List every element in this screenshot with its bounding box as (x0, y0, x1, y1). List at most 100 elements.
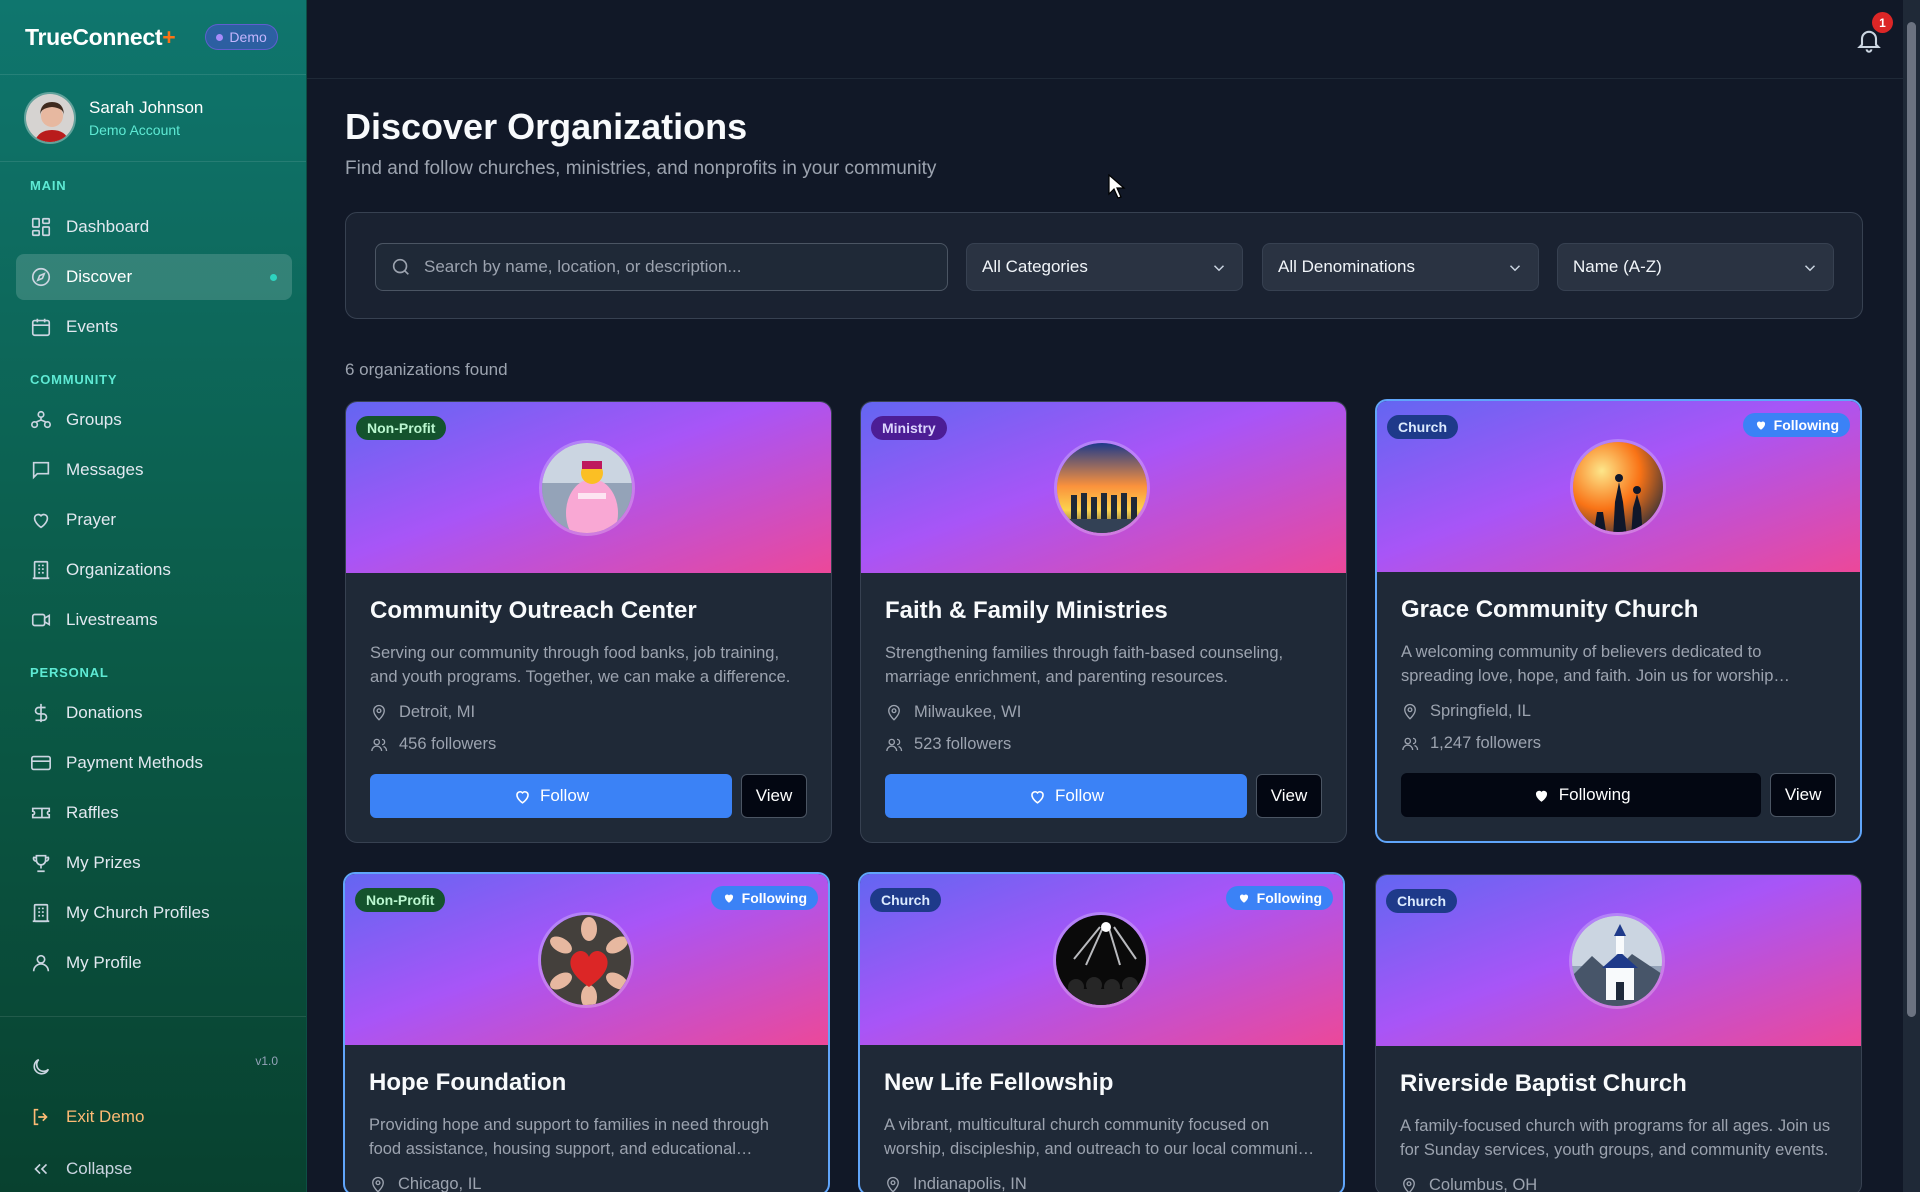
moon-icon (33, 1058, 50, 1075)
org-description: A welcoming community of believers dedic… (1401, 643, 1790, 685)
org-card[interactable]: Non-Profit Following Hope Foundation Pro… (343, 872, 830, 1192)
org-logo (1054, 440, 1150, 536)
org-card[interactable]: Church Riverside Baptist Church A family… (1375, 874, 1862, 1192)
sidebar-item-my-profile[interactable]: My Profile (16, 940, 292, 986)
org-name[interactable]: Community Outreach Center (370, 597, 807, 625)
sidebar-item-label: Messages (66, 460, 144, 479)
sidebar-item-my-prizes[interactable]: My Prizes (16, 840, 292, 886)
sidebar-item-events[interactable]: Events (16, 304, 292, 350)
sidebar-item-dashboard[interactable]: Dashboard (16, 204, 292, 250)
sidebar-item-label: Groups (66, 410, 122, 429)
org-followers: 523 followers (885, 735, 1322, 754)
org-name[interactable]: Grace Community Church (1401, 596, 1836, 624)
heart-filled-icon (1239, 894, 1248, 903)
compass-icon (31, 267, 51, 287)
org-name[interactable]: Hope Foundation (369, 1069, 804, 1097)
map-pin-icon (372, 1176, 384, 1192)
sidebar-item-discover[interactable]: Discover (16, 254, 292, 300)
chevron-down-icon (1509, 265, 1521, 272)
category-badge: Church (870, 888, 941, 912)
org-name[interactable]: New Life Fellowship (884, 1069, 1319, 1097)
exit-icon (33, 1108, 48, 1126)
denomination-select[interactable]: All Denominations (1262, 243, 1539, 291)
sidebar-item-organizations[interactable]: Organizations (16, 547, 292, 593)
org-location: Milwaukee, WI (885, 703, 1322, 722)
org-logo (1570, 439, 1666, 535)
demo-dot (216, 33, 224, 41)
page-subtitle: Find and follow churches, ministries, an… (345, 158, 937, 179)
card-banner: Non-Profit Following (345, 874, 828, 1045)
follow-button[interactable]: Follow (885, 774, 1247, 818)
sidebar-item-raffles[interactable]: Raffles (16, 790, 292, 836)
dollar-icon (34, 703, 48, 723)
sidebar-item-label: Payment Methods (66, 753, 204, 772)
org-logo (1569, 913, 1665, 1009)
exit-demo-button[interactable]: Exit Demo (16, 1094, 292, 1140)
view-button[interactable]: View (741, 774, 807, 818)
view-button[interactable]: View (1256, 774, 1322, 818)
theme-toggle-button[interactable] (16, 1044, 66, 1090)
heart-filled-icon (1756, 421, 1765, 430)
category-badge: Church (1386, 889, 1457, 913)
active-indicator-dot (270, 273, 277, 281)
sort-select[interactable]: Name (A-Z) (1557, 243, 1834, 291)
results-count: 6 organizations found (345, 360, 508, 379)
category-select-value: All Categories (982, 257, 1088, 276)
org-logo (538, 912, 634, 1008)
org-name[interactable]: Riverside Baptist Church (1400, 1070, 1837, 1098)
org-description: Providing hope and support to families i… (369, 1116, 769, 1158)
following-button[interactable]: Following (1401, 773, 1762, 817)
collapse-sidebar-button[interactable]: Collapse (16, 1146, 292, 1192)
map-pin-icon (1404, 703, 1416, 720)
chevron-down-icon (1213, 265, 1225, 272)
credit-card-icon (31, 755, 51, 771)
org-card[interactable]: Church Following Grace Community Church … (1375, 399, 1862, 843)
sidebar-item-my-church-profiles[interactable]: My Church Profiles (16, 890, 292, 936)
heart-icon (516, 790, 529, 804)
sidebar-item-label: My Profile (66, 953, 142, 972)
sidebar-item-groups[interactable]: Groups (16, 397, 292, 443)
page-scrollbar[interactable] (1903, 0, 1920, 1192)
category-badge: Non-Profit (356, 416, 447, 440)
sidebar-item-livestreams[interactable]: Livestreams (16, 597, 292, 643)
exit-demo-label: Exit Demo (66, 1107, 145, 1126)
heart-icon (33, 513, 49, 529)
notification-count-badge: 1 (1872, 12, 1893, 33)
sidebar-item-label: Dashboard (66, 217, 150, 236)
category-badge: Church (1387, 415, 1458, 439)
org-name[interactable]: Faith & Family Ministries (885, 597, 1322, 625)
org-card[interactable]: Ministry Faith & Family Ministries Stren… (860, 401, 1347, 843)
view-button[interactable]: View (1770, 773, 1836, 817)
org-description: Serving our community through food banks… (370, 644, 791, 686)
sidebar-item-label: My Church Profiles (66, 903, 210, 922)
app-version: v1.0 (255, 1054, 278, 1068)
follow-button[interactable]: Follow (370, 774, 732, 818)
sidebar-item-prayer[interactable]: Prayer (16, 497, 292, 543)
scrollbar-thumb[interactable] (1907, 22, 1916, 1017)
dashboard-icon (31, 217, 51, 237)
user-profile-summary[interactable]: Sarah Johnson Demo Account (0, 75, 306, 162)
chevrons-left-icon (34, 1163, 48, 1175)
groups-icon (31, 410, 51, 429)
sidebar-item-messages[interactable]: Messages (16, 447, 292, 493)
user-account-type: Demo Account (89, 122, 181, 138)
users-icon (1402, 737, 1419, 750)
brand-logo[interactable]: TrueConnect+ (25, 24, 176, 51)
search-field[interactable] (375, 243, 948, 291)
map-pin-icon (373, 704, 385, 721)
search-icon (392, 258, 409, 275)
sidebar-item-label: Livestreams (66, 610, 158, 629)
sidebar-item-payment-methods[interactable]: Payment Methods (16, 740, 292, 786)
category-select[interactable]: All Categories (966, 243, 1243, 291)
user-name: Sarah Johnson (89, 98, 204, 117)
org-card[interactable]: Church Following New Life Fellowship A v… (858, 872, 1345, 1192)
following-badge: Following (710, 886, 818, 910)
card-banner: Church (1376, 875, 1861, 1046)
filter-panel: All Categories All Denominations Name (A… (345, 212, 1863, 319)
org-card[interactable]: Non-Profit Community Outreach Center Ser… (345, 401, 832, 843)
page-title: Discover Organizations (345, 106, 748, 147)
sidebar-item-donations[interactable]: Donations (16, 690, 292, 736)
category-badge: Non-Profit (355, 888, 446, 912)
org-location: Indianapolis, IN (884, 1175, 1319, 1192)
search-input[interactable] (424, 257, 924, 277)
